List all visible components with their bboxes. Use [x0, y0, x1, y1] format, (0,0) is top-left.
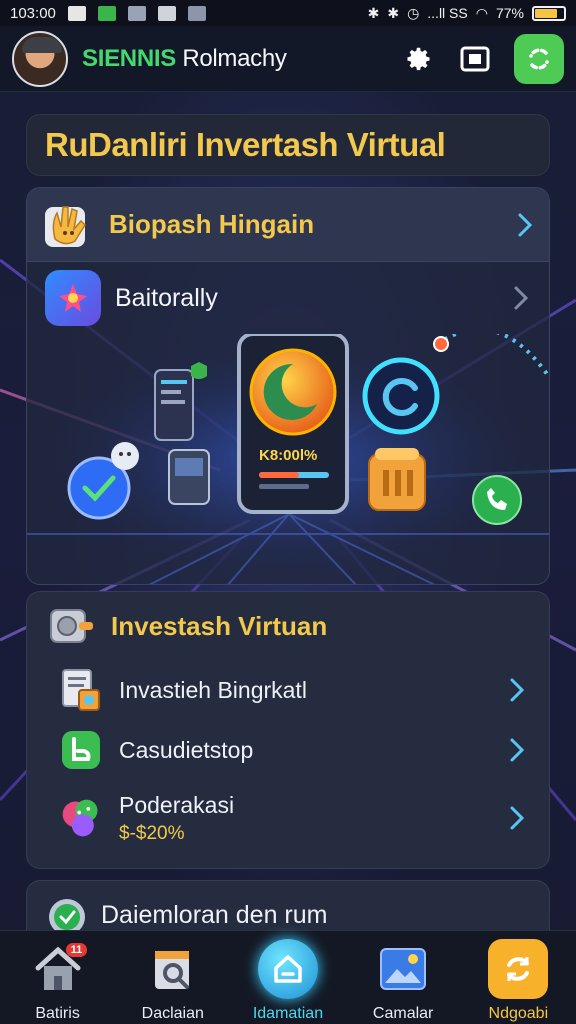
chevron-right-icon	[514, 286, 529, 310]
dots-icon	[127, 5, 146, 21]
list-item[interactable]: Invastieh Bingrkatl	[27, 660, 549, 720]
list-item-label: Poderakasi	[119, 791, 235, 818]
header-title-accent: SIENNIS	[82, 44, 176, 72]
list-item-label: Invastieh Bingrkatl	[119, 676, 307, 703]
sync-icon	[488, 939, 549, 999]
nav-label: Batiris	[35, 1005, 80, 1022]
list-item[interactable]: Casudietstop	[27, 720, 549, 780]
chevron-right-icon	[510, 806, 525, 830]
page-title-card: RuDanliri Invertash Virtual	[26, 114, 550, 176]
finance-illustration: K8:00l%	[27, 334, 549, 584]
signal-text: ...ll SS	[427, 5, 468, 21]
mail-icon	[67, 5, 86, 21]
status-bar: 103:00 ✱ ✱ ◷ ...ll SS ◠ 77%	[0, 0, 576, 26]
main-card-sub-row[interactable]: Baitorally	[27, 262, 549, 334]
search-doc-icon	[143, 939, 203, 999]
chevron-right-icon	[518, 213, 533, 236]
chevron-right-icon	[510, 678, 525, 702]
header-title-rest: Rolmachy	[182, 44, 287, 72]
nav-item-ndgoabi[interactable]: Ndgoabi	[468, 939, 568, 1023]
alarm-icon: ◷	[407, 4, 420, 21]
main-card-sub-label: Baitorally	[115, 283, 218, 312]
header-title: SIENNIS Rolmachy	[82, 45, 287, 73]
bluetooth-icon: ✱	[367, 4, 380, 21]
green-app-icon	[59, 728, 103, 772]
battery-percent: 77%	[495, 5, 524, 21]
picture-icon	[373, 939, 433, 999]
nav-item-idamatian[interactable]: Idamatian	[238, 939, 338, 1023]
list-item-value: $-$20%	[119, 822, 185, 844]
list-item-label: Casudietstop	[119, 736, 254, 763]
bottom-nav: 11 Batiris Daclaian Idamatian Camalar Nd…	[0, 930, 576, 1024]
list-item[interactable]: Poderakasi $-$20%	[27, 780, 549, 856]
sparkle-app-icon	[45, 270, 101, 326]
main-card-header-row[interactable]: Biopash Hingain	[27, 188, 549, 262]
settings-icon	[407, 47, 430, 70]
screen-button[interactable]	[458, 42, 492, 76]
main-card-head-label: Biopash Hingain	[109, 209, 315, 239]
nav-item-camalar[interactable]: Camalar	[353, 939, 453, 1023]
wifi-icon: ◠	[475, 4, 488, 21]
invest-card-title: Investash Virtuan	[111, 610, 328, 641]
page-title: RuDanliri Invertash Virtual	[45, 126, 446, 163]
vibrate-icon: ✱	[387, 4, 400, 21]
nav-label: Idamatian	[252, 1005, 324, 1022]
refresh-button[interactable]	[514, 33, 564, 84]
nav-label: Ndgoabi	[488, 1005, 549, 1022]
settings-button[interactable]	[402, 42, 436, 76]
invest-card-header: Investash Virtuan	[27, 592, 549, 660]
safe-icon	[50, 609, 93, 643]
characters-icon	[59, 796, 103, 840]
gallery-icon	[157, 5, 176, 21]
wave-hand-icon	[45, 205, 86, 247]
nav-label: Camalar	[372, 1005, 434, 1022]
avatar[interactable]	[12, 30, 68, 87]
status-time: 103:00	[10, 4, 56, 22]
partial-card-label: Daiemloran den rum	[101, 901, 328, 929]
refresh-icon	[529, 47, 549, 70]
screen-icon	[460, 46, 490, 71]
photo-icon	[187, 5, 206, 21]
notification-badge: 11	[65, 943, 88, 957]
main-card: Biopash Hingain Baitorally K8:00l%	[26, 187, 550, 585]
nav-item-batiris[interactable]: 11 Batiris	[8, 939, 108, 1023]
nav-item-daclaian[interactable]: Daclaian	[123, 939, 223, 1023]
home-active-icon	[257, 939, 318, 999]
app-notification-icon	[97, 5, 116, 21]
phone-value-text: K8:00l%	[259, 447, 317, 464]
chevron-right-icon	[510, 738, 525, 762]
battery-icon	[532, 5, 566, 21]
app-header: SIENNIS Rolmachy	[0, 26, 576, 92]
invest-card: Investash Virtuan Invastieh Bingrkatl Ca…	[26, 591, 550, 869]
document-icon	[59, 668, 103, 712]
nav-label: Daclaian	[141, 1005, 204, 1022]
